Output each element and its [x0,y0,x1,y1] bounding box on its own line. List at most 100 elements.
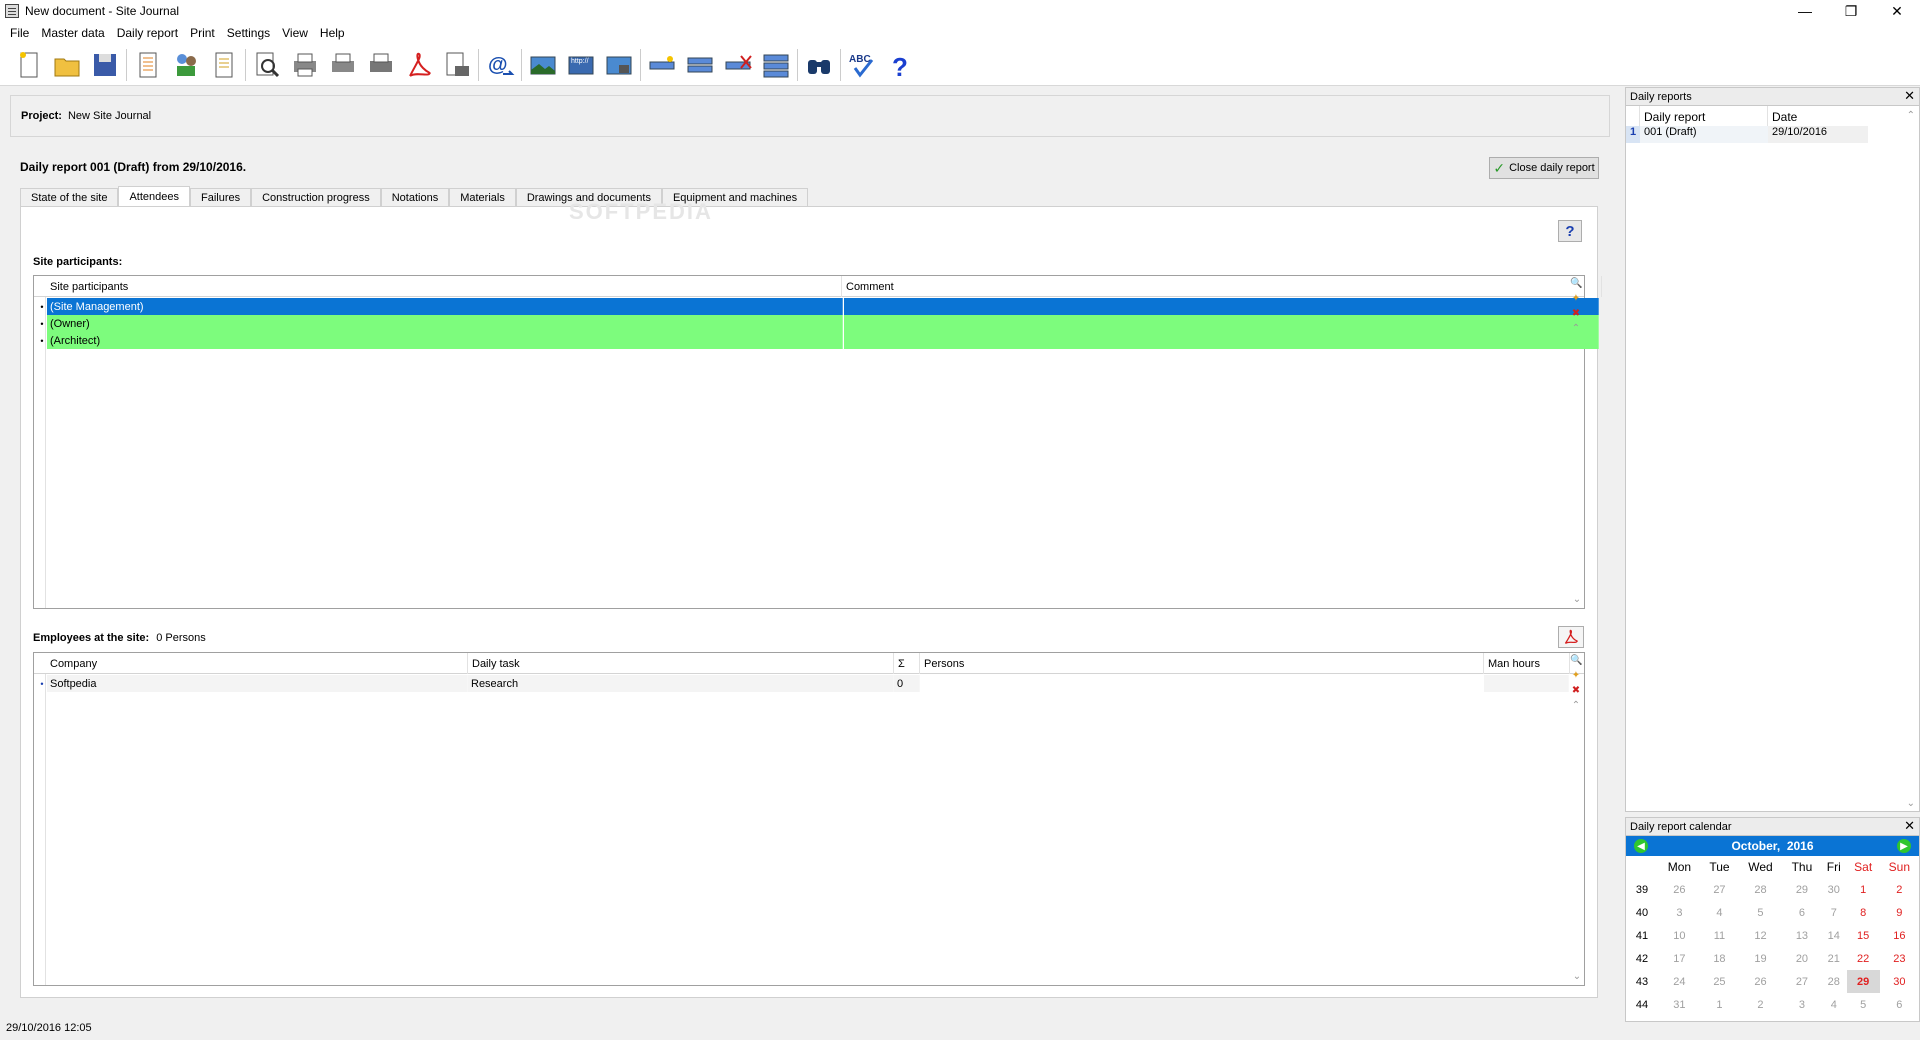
calendar-day[interactable]: 23 [1880,947,1919,970]
calendar-day[interactable]: 21 [1821,947,1847,970]
calendar-day[interactable]: 2 [1738,993,1783,1016]
scroll-down-icon[interactable]: ⌄ [1907,798,1915,809]
calendar-day[interactable]: 7 [1821,901,1847,924]
menu-settings[interactable]: Settings [221,26,276,40]
preview-icon[interactable] [248,46,286,84]
open-folder-icon[interactable] [48,46,86,84]
image-icon[interactable] [524,46,562,84]
table-row[interactable]: 1 001 (Draft) 29/10/2016 [1626,126,1919,143]
employee-company[interactable]: Softpedia [47,675,468,692]
table-row[interactable]: • (Site Management) [40,298,1599,315]
tab-state-of-site[interactable]: State of the site [20,188,119,207]
calendar-day[interactable]: 15 [1847,924,1880,947]
calendar-day[interactable]: 14 [1821,924,1847,947]
calendar-day[interactable]: 31 [1658,993,1701,1016]
scroll-down-icon[interactable]: ⌄ [1571,594,1583,606]
help-button[interactable]: ? [1558,220,1582,242]
column-company[interactable]: Company [46,653,468,674]
participant-name[interactable]: (Architect) [47,332,843,349]
close-panel-icon[interactable]: ✕ [1904,88,1915,104]
calendar-day[interactable]: 29 [1783,878,1821,901]
add-row-small-icon[interactable]: ✦ [1570,670,1582,682]
close-panel-icon[interactable]: ✕ [1904,818,1915,834]
calendar-day[interactable]: 4 [1701,901,1738,924]
calendar-day[interactable]: 27 [1701,878,1738,901]
calendar-day[interactable]: 20 [1783,947,1821,970]
new-document-icon[interactable] [10,46,48,84]
delete-row-small-icon[interactable]: ✖ [1570,685,1582,697]
move-row-icon[interactable] [757,46,795,84]
column-persons[interactable]: Persons [920,653,1484,674]
calendar-day[interactable]: 30 [1880,970,1919,993]
calendar-day[interactable]: 19 [1738,947,1783,970]
column-daily-task[interactable]: Daily task [468,653,894,674]
calendar-day[interactable]: 5 [1847,993,1880,1016]
calendar-day[interactable]: 10 [1658,924,1701,947]
report-date[interactable]: 29/10/2016 [1768,126,1868,143]
search-icon[interactable] [800,46,838,84]
spellcheck-icon[interactable]: ABC [843,46,881,84]
employee-sum[interactable]: 0 [894,675,920,692]
calendar-day[interactable]: 13 [1783,924,1821,947]
calendar-day[interactable]: 28 [1821,970,1847,993]
calendar-day[interactable]: 1 [1701,993,1738,1016]
print-all-icon[interactable] [324,46,362,84]
scroll-up-icon[interactable]: ⌃ [1570,700,1582,712]
tab-construction-progress[interactable]: Construction progress [251,188,381,207]
menu-view[interactable]: View [276,26,314,40]
participant-name[interactable]: (Owner) [47,315,843,332]
calendar-day[interactable]: 3 [1658,901,1701,924]
users-icon[interactable] [167,46,205,84]
help-icon[interactable]: ? [881,46,919,84]
insert-row-icon[interactable] [681,46,719,84]
tab-attendees[interactable]: Attendees [118,186,190,207]
close-daily-report-button[interactable]: ✓ Close daily report [1489,157,1599,179]
camera-image-icon[interactable] [600,46,638,84]
scroll-up-icon[interactable]: ⌃ [1907,110,1915,121]
calendar-day[interactable]: 8 [1847,901,1880,924]
column-man-hours[interactable]: Man hours [1484,653,1570,674]
calendar-day[interactable]: 11 [1701,924,1738,947]
scroll-up-icon[interactable]: ⌃ [1570,323,1582,335]
report-list-icon[interactable] [129,46,167,84]
calendar-day[interactable]: 16 [1880,924,1919,947]
employee-man-hours[interactable] [1484,675,1569,692]
participant-name[interactable]: (Site Management) [47,298,843,315]
calendar-day-today[interactable]: 29 [1846,970,1880,993]
calendar-day[interactable]: 5 [1738,901,1783,924]
search-row-icon[interactable]: 🔍 [1570,278,1582,290]
calendar-day[interactable]: 30 [1821,878,1847,901]
report-name[interactable]: 001 (Draft) [1640,126,1768,143]
export-icon[interactable] [438,46,476,84]
calendar-day[interactable]: 6 [1783,901,1821,924]
employee-task[interactable]: Research [468,675,894,692]
add-row-small-icon[interactable]: ✦ [1570,293,1582,305]
tab-failures[interactable]: Failures [189,188,252,207]
column-daily-report[interactable]: Daily report [1640,106,1768,126]
pdf-icon[interactable] [400,46,438,84]
restore-button[interactable]: ❐ [1828,0,1874,22]
calendar-day[interactable]: 9 [1880,901,1919,924]
menu-help[interactable]: Help [314,26,351,40]
calendar-day[interactable]: 12 [1738,924,1783,947]
calendar-day[interactable]: 22 [1847,947,1880,970]
export-pdf-button[interactable] [1558,626,1584,648]
close-window-button[interactable]: ✕ [1874,0,1920,22]
next-month-icon[interactable]: ▶ [1897,839,1911,853]
calendar-day[interactable]: 25 [1701,970,1738,993]
calendar-day[interactable]: 28 [1738,878,1783,901]
table-row[interactable]: • (Owner) [40,315,1599,332]
employee-persons[interactable] [920,675,1484,692]
calendar-day[interactable]: 4 [1821,993,1847,1016]
participant-comment[interactable] [843,332,1599,349]
print-setup-icon[interactable] [362,46,400,84]
web-image-icon[interactable]: http:// [562,46,600,84]
calendar-day[interactable]: 1 [1847,878,1880,901]
participant-comment[interactable] [843,315,1599,332]
save-icon[interactable] [86,46,124,84]
menu-master-data[interactable]: Master data [35,26,110,40]
table-row[interactable]: • (Architect) [40,332,1599,349]
calendar-day[interactable]: 27 [1783,970,1821,993]
print-icon[interactable] [286,46,324,84]
column-comment[interactable]: Comment [842,276,1602,297]
